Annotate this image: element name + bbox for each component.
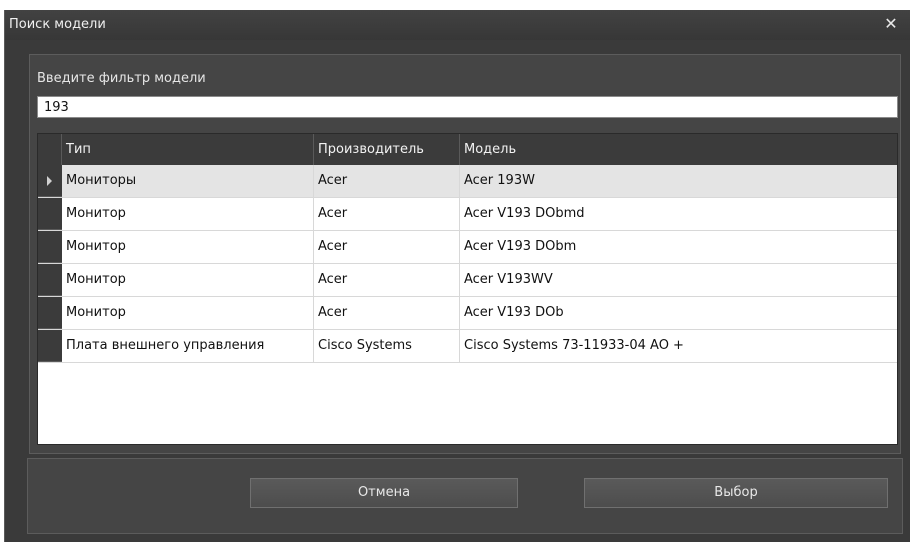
cell-model: Acer V193WV [464,272,553,287]
filter-label: Введите фильтр модели [37,71,206,86]
cell-type: Монитор [62,231,314,263]
title-bar: Поиск модели ✕ [5,10,910,40]
filter-panel: Введите фильтр модели Тип Производитель … [29,54,901,454]
table-row[interactable]: Монитор Acer Acer V193WV [38,264,897,297]
model-search-dialog: Поиск модели ✕ Введите фильтр модели Тип… [4,10,910,542]
cell-vendor: Acer [314,264,460,296]
button-panel: Отмена Выбор [27,458,903,534]
row-indicator[interactable] [38,264,62,296]
cell-type: Плата внешнего управления [62,330,314,362]
table-row[interactable]: Монитор Acer Acer V193 DObm [38,231,897,264]
column-header-vendor[interactable]: Производитель [314,134,460,165]
row-indicator[interactable] [38,330,62,362]
cell-vendor: Acer [314,231,460,263]
row-pointer-icon [47,176,52,186]
cell-vendor: Acer [314,198,460,230]
table-row[interactable]: Мониторы Acer Acer 193W [38,165,897,198]
row-indicator[interactable] [38,297,62,329]
column-header-model[interactable]: Модель [460,134,897,165]
models-grid: Тип Производитель Модель Мониторы Acer Ace… [37,133,898,445]
row-indicator[interactable] [38,198,62,230]
grid-rows: Мониторы Acer Acer 193W Монитор Acer Acer V19… [38,165,897,363]
cell-vendor: Cisco Systems [314,330,460,362]
model-filter-input[interactable] [37,96,898,118]
close-icon[interactable]: ✕ [883,15,899,33]
table-row[interactable]: Монитор Acer Acer V193 DObmd [38,198,897,231]
select-button[interactable]: Выбор [584,478,888,508]
cell-type: Монитор [62,198,314,230]
cell-model: Acer 193W [464,173,535,188]
grid-header: Тип Производитель Модель [38,134,897,165]
cell-type: Мониторы [62,165,314,197]
table-row[interactable]: Монитор Acer Acer V193 DOb [38,297,897,330]
cell-model: Acer V193 DObmd [464,206,585,221]
cell-type: Монитор [62,297,314,329]
cell-type: Монитор [62,264,314,296]
cell-model: Acer V193 DOb [464,305,564,320]
cell-vendor: Acer [314,297,460,329]
column-header-type[interactable]: Тип [62,134,314,165]
table-row[interactable]: Плата внешнего управления Cisco Systems Ci… [38,330,897,363]
row-indicator[interactable] [38,165,62,197]
cancel-button[interactable]: Отмена [250,478,518,508]
row-indicator-header [38,134,62,165]
row-indicator[interactable] [38,231,62,263]
cell-vendor: Acer [314,165,460,197]
cell-model: Cisco Systems 73-11933-04 AO + [464,338,684,353]
cell-model: Acer V193 DObm [464,239,577,254]
dialog-title: Поиск модели [9,17,106,32]
